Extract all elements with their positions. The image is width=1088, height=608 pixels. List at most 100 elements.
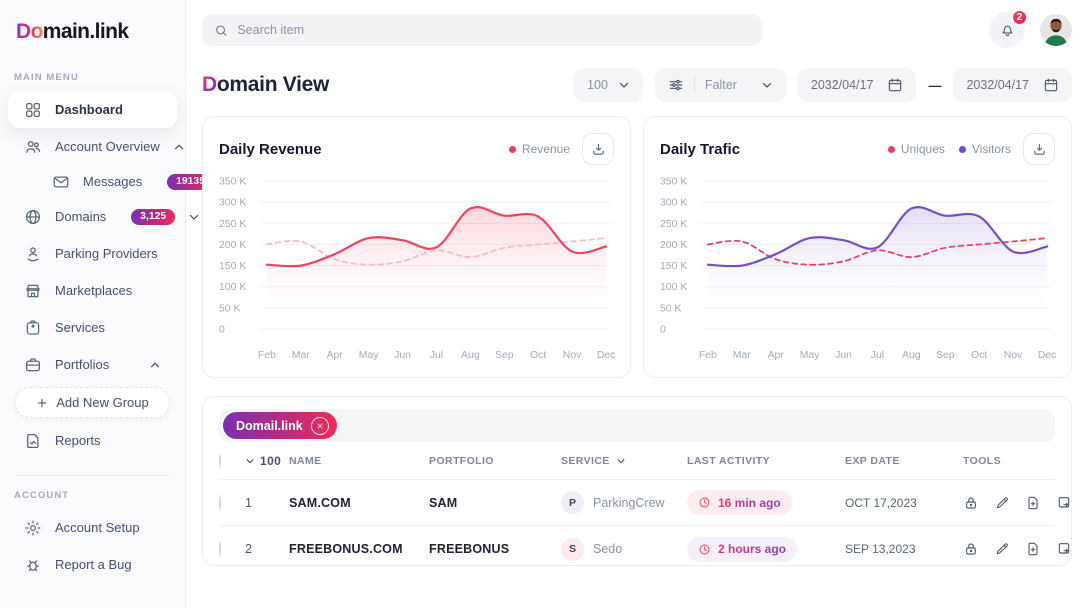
lock-icon[interactable]	[963, 495, 979, 511]
table-row: 1 SAM.COM SAM P ParkingCrew 16 min ago O…	[219, 480, 1055, 526]
sidebar-item-report-bug[interactable]: Report a Bug	[8, 546, 177, 583]
domains-table-card: Domail.link 100 NAME PORTFOLIO SERVICE L…	[202, 396, 1072, 566]
edit-pencil-icon[interactable]	[994, 495, 1010, 511]
page-size-select[interactable]: 100	[574, 68, 643, 102]
table-row: 2 FREEBONUS.COM FREEBONUS S Sedo 2 hours…	[219, 526, 1055, 572]
column-header-service[interactable]: SERVICE	[561, 455, 687, 467]
sidebar-item-label: Account Setup	[55, 520, 140, 535]
filter-dropdown[interactable]: Falter	[655, 68, 786, 102]
download-chart-button[interactable]	[582, 133, 614, 165]
notification-count-badge: 2	[1011, 9, 1028, 26]
legend-label: Revenue	[522, 142, 570, 156]
chevron-up-icon	[173, 141, 185, 153]
exp-date: OCT 17,2023	[845, 496, 963, 510]
last-activity-pill: 2 hours ago	[687, 537, 797, 562]
svg-text:Feb: Feb	[258, 350, 276, 361]
sidebar-item-parking-providers[interactable]: Parking Providers	[8, 235, 177, 272]
sidebar-divider	[16, 475, 169, 476]
sidebar-item-dashboard[interactable]: Dashboard	[8, 91, 177, 128]
filter-sliders-icon	[668, 77, 684, 93]
chip-close-icon[interactable]	[311, 417, 329, 435]
chevron-down-icon	[761, 79, 773, 91]
file-add-icon[interactable]	[1025, 495, 1041, 511]
sidebar-item-label: Report a Bug	[55, 557, 132, 572]
column-header-tools: TOOLS	[963, 455, 1055, 467]
tools-cell	[963, 541, 1072, 557]
svg-text:May: May	[800, 350, 821, 361]
storefront-icon	[24, 282, 42, 300]
sidebar-item-portfolios[interactable]: Portfolios	[8, 346, 177, 383]
row-checkbox[interactable]	[219, 495, 221, 511]
search-input[interactable]	[237, 23, 750, 37]
column-header-exp-date[interactable]: EXP DATE	[845, 455, 963, 467]
row-checkbox[interactable]	[219, 541, 221, 557]
download-chart-button[interactable]	[1023, 133, 1055, 165]
sidebar-item-domains[interactable]: Domains 3,125	[8, 198, 177, 235]
clock-icon	[698, 543, 711, 556]
sidebar-item-label: Services	[55, 320, 105, 335]
main-menu-section-label: MAIN MENU	[0, 62, 185, 91]
select-all-checkbox[interactable]	[219, 454, 221, 468]
parking-provider-icon	[24, 245, 42, 263]
lock-icon[interactable]	[963, 541, 979, 557]
svg-text:Sep: Sep	[495, 350, 514, 361]
svg-text:0: 0	[660, 324, 666, 335]
add-new-group-button[interactable]: Add New Group	[15, 387, 170, 418]
brand-logo[interactable]: Domain.link	[0, 14, 185, 62]
daily-revenue-card: Daily Revenue Revenue 350 K300 K250 K200…	[202, 116, 631, 378]
column-header-last-activity[interactable]: LAST ACTIVITY	[687, 455, 845, 467]
file-export-icon[interactable]	[1056, 541, 1072, 557]
domain-name[interactable]: FREEBONUS.COM	[289, 542, 429, 556]
legend-dot	[959, 146, 966, 153]
date-to-value: 2032/04/17	[966, 78, 1029, 92]
sidebar-item-reports[interactable]: Reports	[8, 422, 177, 459]
date-from-picker[interactable]: 2032/04/17	[798, 68, 917, 102]
svg-text:350 K: 350 K	[219, 176, 246, 187]
chart-legend: Revenue	[509, 142, 570, 156]
sidebar-item-account-overview[interactable]: Account Overview	[8, 128, 177, 165]
sidebar-item-label: Dashboard	[55, 102, 123, 117]
row-number: 2	[245, 542, 289, 556]
calendar-icon	[1043, 77, 1059, 93]
edit-pencil-icon[interactable]	[994, 541, 1010, 557]
logo-accent: Do	[16, 20, 43, 43]
column-header-portfolio[interactable]: PORTFOLIO	[429, 455, 561, 467]
page-title: Domain View	[202, 73, 329, 97]
domain-filter-chip[interactable]: Domail.link	[223, 412, 337, 439]
row-count-value: 100	[260, 454, 281, 468]
file-add-icon[interactable]	[1025, 541, 1041, 557]
svg-text:Sep: Sep	[936, 350, 955, 361]
svg-text:200 K: 200 K	[660, 240, 687, 251]
search-bar[interactable]	[202, 14, 762, 46]
notifications-button[interactable]: 2	[989, 12, 1025, 48]
svg-text:Apr: Apr	[327, 350, 344, 361]
sidebar-item-marketplaces[interactable]: Marketplaces	[8, 272, 177, 309]
sidebar-item-account-setup[interactable]: Account Setup	[8, 509, 177, 546]
date-range-separator: —	[928, 78, 941, 93]
globe-icon	[24, 208, 42, 226]
sidebar-item-services[interactable]: Services	[8, 309, 177, 346]
sidebar: Domain.link MAIN MENU Dashboard Account …	[0, 0, 186, 608]
legend-label: Uniques	[901, 142, 945, 156]
portfolio-name: FREEBONUS	[429, 542, 561, 556]
user-avatar[interactable]	[1040, 14, 1072, 46]
sidebar-item-messages[interactable]: Messages 19135	[8, 165, 177, 198]
svg-text:100 K: 100 K	[660, 282, 687, 293]
svg-text:350 K: 350 K	[660, 176, 687, 187]
chart-title: Daily Trafic	[660, 141, 740, 158]
svg-text:250 K: 250 K	[219, 219, 246, 230]
chevron-down-icon	[618, 79, 630, 91]
date-to-picker[interactable]: 2032/04/17	[953, 68, 1072, 102]
domain-name[interactable]: SAM.COM	[289, 496, 429, 510]
legend-label: Visitors	[972, 142, 1011, 156]
filter-chip-bar: Domail.link	[219, 409, 1055, 442]
main-content: 2 Domain View 100 Falter 2032/04/17 — 20…	[186, 0, 1088, 608]
charts-row: Daily Revenue Revenue 350 K300 K250 K200…	[186, 102, 1088, 378]
gear-icon	[24, 519, 42, 537]
row-number: 1	[245, 496, 289, 510]
file-export-icon[interactable]	[1056, 495, 1072, 511]
filter-label: Falter	[705, 78, 737, 92]
legend-dot	[509, 146, 516, 153]
column-header-name[interactable]: NAME	[289, 455, 429, 467]
row-count-dropdown[interactable]: 100	[245, 454, 289, 468]
